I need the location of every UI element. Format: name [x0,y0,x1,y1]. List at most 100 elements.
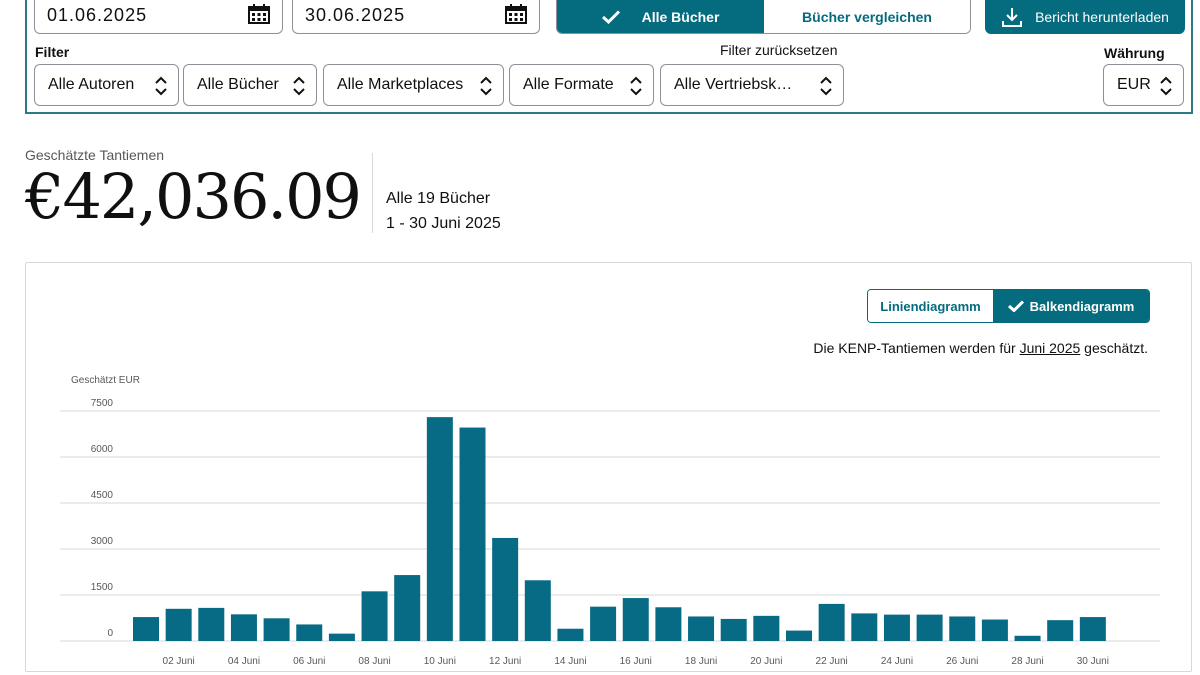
x-tick-label: 28 Juni [1011,656,1043,667]
x-tick-label: 08 Juni [358,656,390,667]
x-tick-label: 26 Juni [946,656,978,667]
checkmark-icon [601,9,620,24]
calendar-icon[interactable] [248,4,270,29]
bar-28-juni [1014,635,1041,641]
currency-heading: Währung [1104,45,1165,61]
sort-chevron-icon [480,76,492,96]
kenp-note-suffix: geschätzt. [1080,340,1148,356]
bar-13-juni [524,580,551,641]
y-tick-label: 7500 [91,398,114,409]
bar-06-juni [296,624,323,641]
y-tick-label: 0 [107,628,113,639]
formats-select[interactable]: Alle Formate [509,64,654,106]
bar-19-juni [720,618,747,641]
authors-select[interactable]: Alle Autoren [34,64,179,106]
reset-filters-link[interactable]: Filter zurücksetzen [720,42,837,58]
kenp-month-link[interactable]: Juni 2025 [1020,340,1081,356]
x-tick-label: 02 Juni [163,656,195,667]
download-icon [1002,8,1023,27]
chart-type-toggle: Liniendiagramm Balkendiagramm [867,289,1150,323]
kenp-note: Die KENP-Tantiemen werden für Juni 2025 … [813,340,1148,356]
sort-chevron-icon [155,76,167,96]
bar-12-juni [492,537,519,641]
bar-18-juni [688,616,715,641]
x-tick-label: 10 Juni [424,656,456,667]
sort-chevron-icon [1160,76,1172,96]
summary-divider [372,153,373,233]
period-range: 1 - 30 Juni 2025 [386,215,501,232]
books-select[interactable]: Alle Bücher [183,64,317,106]
x-tick-label: 06 Juni [293,656,325,667]
bar-04-juni [230,614,257,641]
channels-select-value: Alle Vertriebsk… [674,76,793,93]
download-report-button[interactable]: Bericht herunterladen [985,0,1185,34]
bar-15-juni [590,606,617,641]
end-date-value: 30.06.2025 [305,5,406,25]
bar-21-juni [786,630,812,641]
x-tick-label: 20 Juni [750,656,782,667]
bar-17-juni [655,607,682,641]
x-tick-label: 24 Juni [881,656,913,667]
bar-24-juni [883,614,910,641]
x-tick-label: 22 Juni [816,656,848,667]
sort-chevron-icon [630,76,642,96]
bar-02-juni [165,608,192,641]
royalties-chart-card: Liniendiagramm Balkendiagramm Die KENP-T… [25,262,1192,672]
all-books-label: Alle Bücher [641,8,720,25]
currency-select-value: EUR [1117,76,1151,93]
bar-07-juni [328,633,355,641]
bar-16-juni [622,598,649,641]
bar-chart-label: Balkendiagramm [1029,298,1135,314]
books-count: Alle 19 Bücher [386,190,491,207]
download-report-label: Bericht herunterladen [1035,9,1169,25]
calendar-icon[interactable] [505,4,527,29]
channels-select[interactable]: Alle Vertriebsk… [660,64,844,106]
line-chart-button[interactable]: Liniendiagramm [868,290,993,322]
start-date-input[interactable]: 01.06.2025 [34,0,283,34]
bar-09-juni [394,575,421,641]
bar-11-juni [459,427,486,641]
x-tick-label: 18 Juni [685,656,717,667]
checkmark-icon [1007,300,1024,312]
bar-10-juni [426,417,453,641]
bar-01-juni [133,617,159,641]
estimated-royalties-amount: €42,036.09 [25,160,362,233]
end-date-input[interactable]: 30.06.2025 [292,0,540,34]
bar-03-juni [198,607,225,641]
all-books-button[interactable]: Alle Bücher [557,0,764,33]
bar-20-juni [753,615,780,641]
x-tick-label: 16 Juni [620,656,652,667]
bar-14-juni [557,628,584,641]
bar-23-juni [851,613,878,641]
kenp-note-prefix: Die KENP-Tantiemen werden für [813,340,1020,356]
filter-panel: 01.06.2025 30.06.2025 Alle Bücher Bücher… [25,0,1193,114]
royalties-bar-chart: Geschätzt EUR 0 1500 3000 4500 6000 7500 02 Jun… [60,375,1160,667]
bar-25-juni [916,614,943,641]
filter-heading: Filter [35,44,70,60]
sort-chevron-icon [293,76,305,96]
bar-08-juni [361,591,388,641]
bar-05-juni [263,618,290,641]
y-tick-label: 6000 [91,444,114,455]
y-axis-label: Geschätzt EUR [71,375,140,386]
bar-27-juni [981,619,1008,641]
compare-books-label: Bücher vergleichen [802,8,932,25]
book-mode-toggle: Alle Bücher Bücher vergleichen [556,0,971,34]
line-chart-label: Liniendiagramm [880,298,981,314]
authors-select-value: Alle Autoren [48,76,135,93]
books-select-value: Alle Bücher [197,76,279,93]
currency-select[interactable]: EUR [1103,64,1184,106]
x-tick-label: 04 Juni [228,656,260,667]
compare-books-button[interactable]: Bücher vergleichen [764,0,970,33]
bar-chart-button[interactable]: Balkendiagramm [993,290,1149,322]
x-tick-label: 30 Juni [1077,656,1109,667]
formats-select-value: Alle Formate [523,76,614,93]
marketplaces-select[interactable]: Alle Marketplaces [323,64,504,106]
start-date-value: 01.06.2025 [47,5,148,25]
bar-22-juni [818,603,845,641]
bar-29-juni [1047,620,1074,641]
bar-30-juni [1079,617,1106,641]
y-tick-label: 1500 [91,582,114,593]
bar-26-juni [949,616,976,641]
y-tick-label: 4500 [91,490,114,501]
